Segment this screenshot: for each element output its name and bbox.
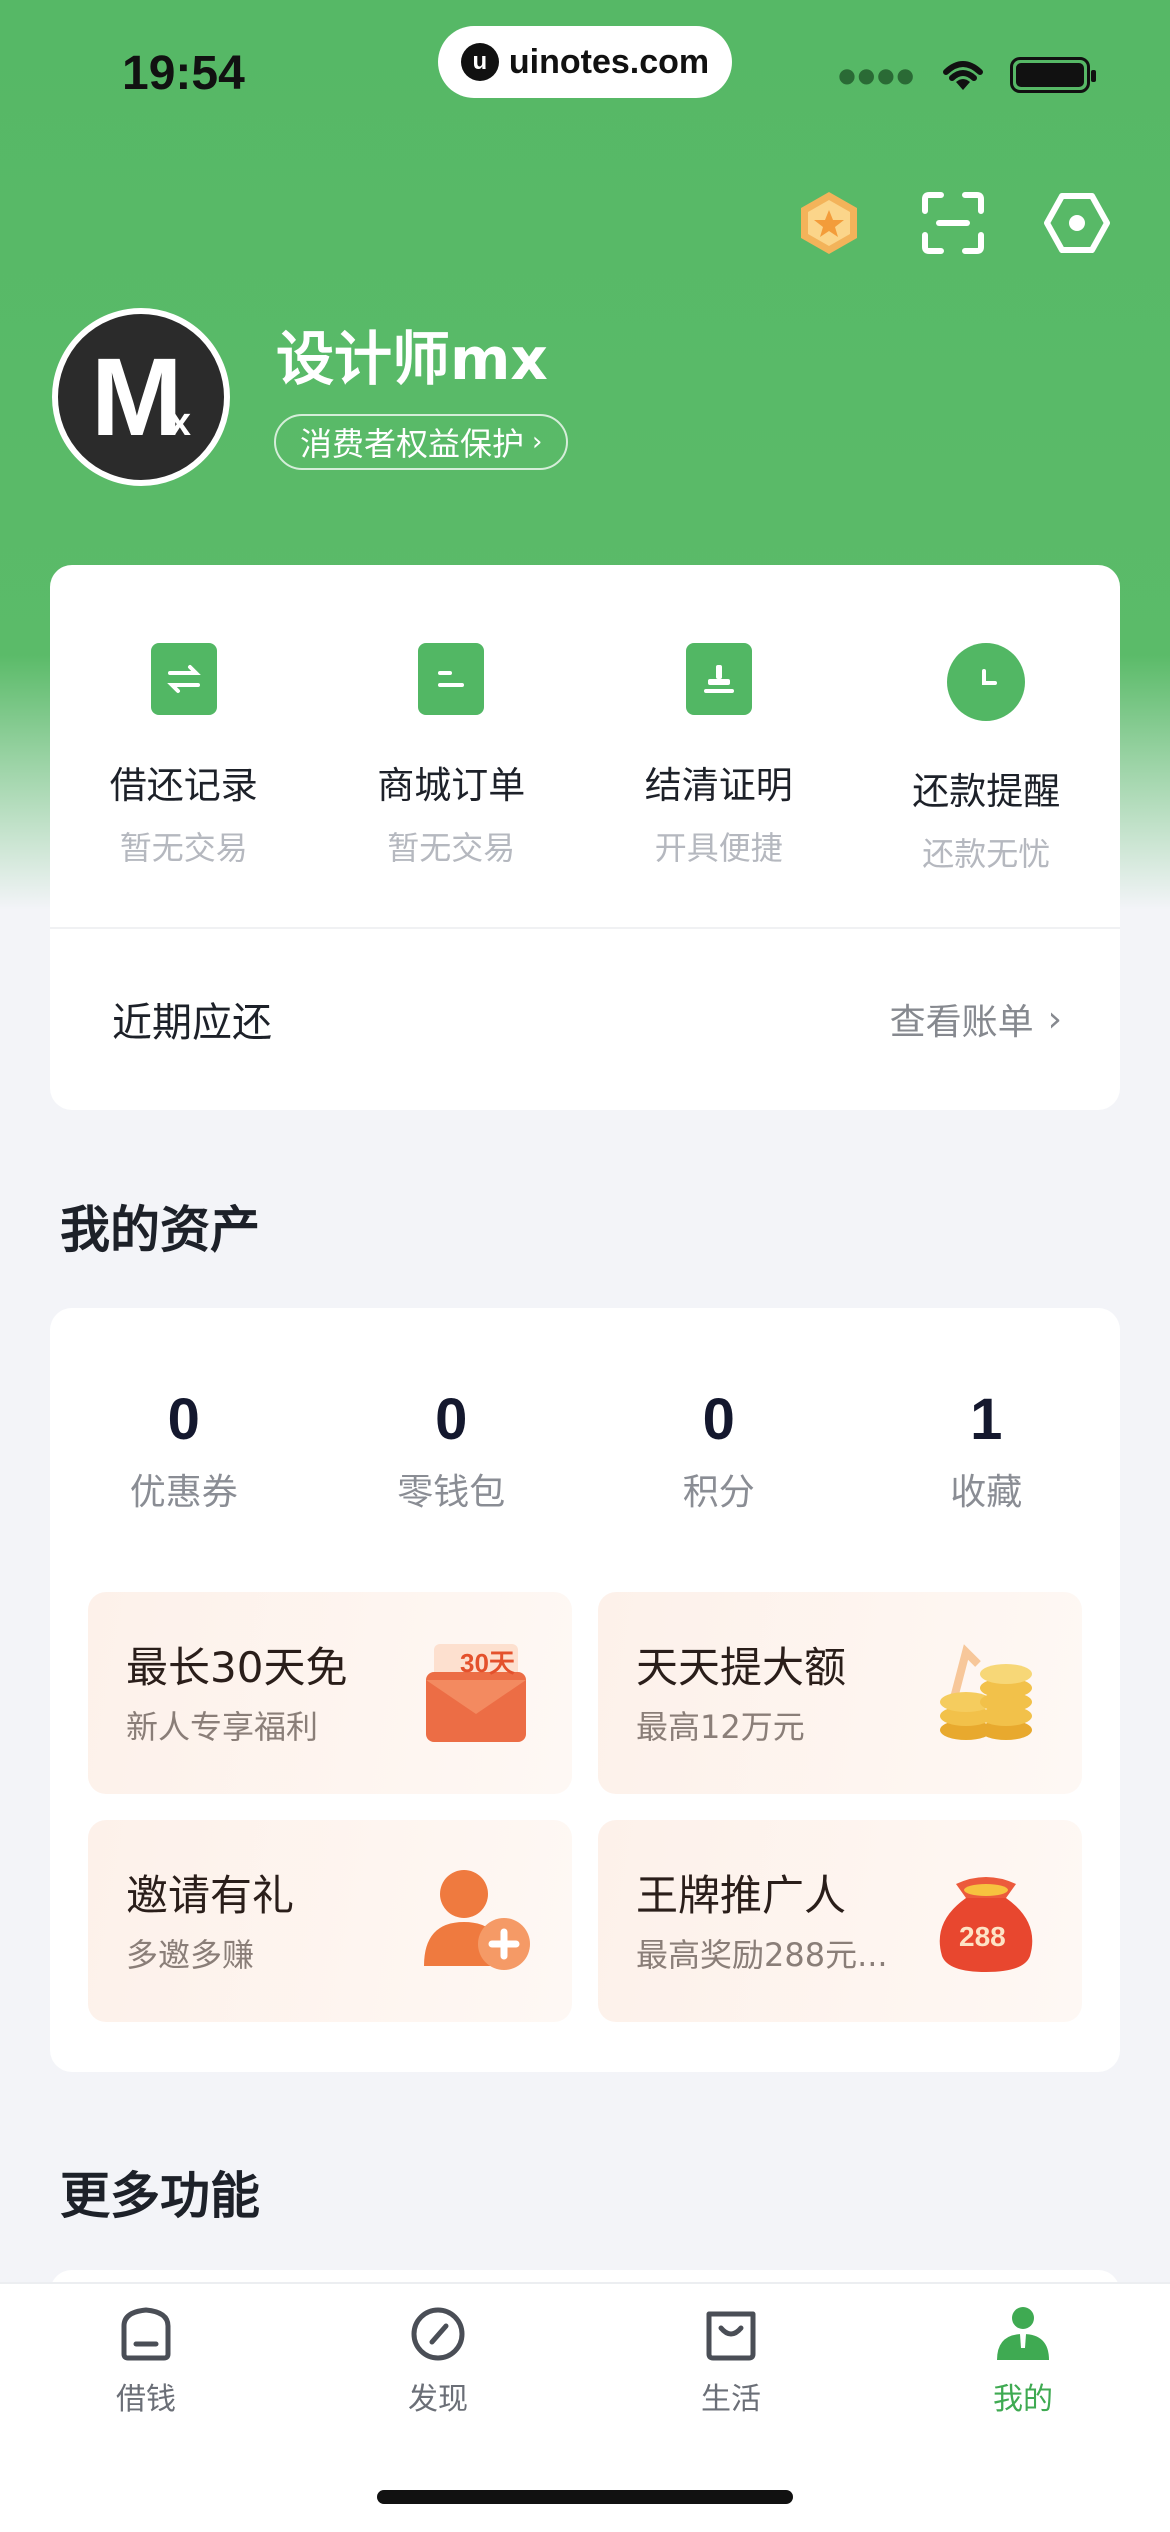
- stat-wallet[interactable]: 0 零钱包: [318, 1386, 586, 1515]
- quick-action-sub: 暂无交易: [119, 829, 248, 867]
- quick-action-title: 结清证明: [644, 764, 793, 807]
- stamp-icon: [685, 643, 752, 715]
- promo-title: 王牌推广人: [636, 1871, 847, 1920]
- status-indicators: ●●●●: [838, 56, 1096, 94]
- tab-life[interactable]: 生活: [651, 2304, 811, 2418]
- stat-value: 0: [435, 1387, 468, 1452]
- badge-label: 消费者权益保护: [300, 425, 525, 463]
- stat-favorites[interactable]: 1 收藏: [853, 1386, 1121, 1515]
- shopping-bag-icon: [706, 2311, 756, 2361]
- assets-card: 0 优惠券 0 零钱包 0 积分 1 收藏 最长30天免 新人专享福利 30天 …: [50, 1308, 1120, 2072]
- money-bag-icon: 288: [939, 1877, 1033, 1972]
- quick-action-sub: 暂无交易: [387, 829, 516, 867]
- tab-label: 发现: [408, 2382, 468, 2417]
- coins-icon: [940, 1644, 1032, 1740]
- stat-value: 0: [702, 1387, 735, 1452]
- avatar-sub-letter: x: [168, 399, 191, 444]
- quick-action-mall-orders[interactable]: 商城订单 暂无交易: [318, 643, 586, 875]
- url-text: uinotes.com: [508, 42, 710, 81]
- chevron-right-icon: ›: [1047, 998, 1062, 1040]
- promo-sub: 最高12万元: [636, 1708, 805, 1746]
- status-time: 19:54: [122, 47, 245, 100]
- add-user-icon: [424, 1870, 530, 1970]
- clock-icon: [947, 643, 1026, 721]
- stat-value: 1: [970, 1387, 1003, 1452]
- compass-icon: [411, 2307, 465, 2361]
- assets-section-title: 我的资产: [60, 1201, 260, 1259]
- tab-mine[interactable]: 我的: [943, 2304, 1103, 2418]
- consumer-protection-badge[interactable]: 消费者权益保护 ›: [274, 414, 569, 470]
- stat-points[interactable]: 0 积分: [585, 1386, 853, 1515]
- quick-action-settlement-proof[interactable]: 结清证明 开具便捷: [585, 643, 853, 875]
- envelope-icon: 30天: [426, 1644, 526, 1742]
- url-pill: u uinotes.com: [438, 26, 732, 98]
- home-indicator: [377, 2490, 793, 2504]
- tab-label: 我的: [993, 2382, 1053, 2417]
- tab-discover[interactable]: 发现: [358, 2304, 518, 2418]
- tab-borrow[interactable]: 借钱: [66, 2304, 226, 2418]
- wifi-icon: [943, 61, 983, 90]
- quick-action-title: 商城订单: [377, 764, 526, 807]
- promo-sub: 新人专享福利: [126, 1708, 319, 1746]
- order-icon: [418, 643, 485, 715]
- stat-value: 0: [167, 1387, 200, 1452]
- view-bill-label: 查看账单: [889, 1002, 1034, 1043]
- promo-invite-gift[interactable]: 邀请有礼 多邀多赚: [88, 1820, 572, 2022]
- promo-sub: 多邀多赚: [126, 1936, 255, 1974]
- quick-action-sub: 开具便捷: [654, 829, 783, 867]
- stat-label: 零钱包: [397, 1472, 506, 1513]
- signal-icon: ●●●●: [838, 63, 916, 87]
- quick-actions-card: 借还记录 暂无交易 商城订单 暂无交易 结清证明 开具便捷 还款提醒 还款无忧 …: [50, 565, 1120, 1110]
- envelope-text: 30天: [460, 1648, 515, 1678]
- username[interactable]: 设计师mx: [276, 312, 548, 396]
- scan-icon[interactable]: [920, 190, 986, 256]
- promo-30-day-free[interactable]: 最长30天免 新人专享福利 30天: [88, 1592, 572, 1794]
- view-bill-link[interactable]: 查看账单 ›: [890, 993, 1062, 1045]
- site-logo-icon: u: [460, 43, 499, 81]
- divider: [50, 927, 1120, 929]
- stat-label: 优惠券: [129, 1472, 238, 1513]
- tab-label: 生活: [701, 2382, 761, 2417]
- swap-icon: [150, 643, 217, 715]
- settings-icon[interactable]: [1044, 190, 1110, 256]
- recent-due-label: 近期应还: [112, 1000, 272, 1046]
- quick-action-repay-reminder[interactable]: 还款提醒 还款无忧: [853, 643, 1121, 875]
- stat-label: 积分: [682, 1472, 755, 1513]
- quick-action-title: 还款提醒: [912, 770, 1061, 813]
- promo-title: 邀请有礼: [126, 1871, 295, 1920]
- user-icon: [997, 2307, 1049, 2360]
- promo-title: 天天提大额: [636, 1643, 847, 1692]
- money-bag-text: 288: [959, 1921, 1006, 1952]
- battery-icon: [1010, 57, 1096, 93]
- stat-label: 收藏: [950, 1472, 1023, 1513]
- wallet-icon: [121, 2307, 171, 2361]
- promo-title: 最长30天免: [126, 1643, 348, 1692]
- stat-coupons[interactable]: 0 优惠券: [50, 1386, 318, 1515]
- chevron-right-icon: ›: [532, 427, 543, 457]
- quick-action-loan-records[interactable]: 借还记录 暂无交易: [50, 643, 318, 875]
- tab-label: 借钱: [116, 2382, 176, 2417]
- quick-action-title: 借还记录: [109, 764, 258, 807]
- more-section-title: 更多功能: [60, 2167, 260, 2225]
- avatar[interactable]: Mx: [52, 308, 230, 486]
- promo-ace-promoter[interactable]: 王牌推广人 最高奖励288元... 288: [598, 1820, 1082, 2022]
- promo-daily-limit[interactable]: 天天提大额 最高12万元: [598, 1592, 1082, 1794]
- quick-action-sub: 还款无忧: [922, 835, 1051, 873]
- promo-sub: 最高奖励288元...: [636, 1936, 888, 1974]
- medal-icon[interactable]: [796, 190, 862, 256]
